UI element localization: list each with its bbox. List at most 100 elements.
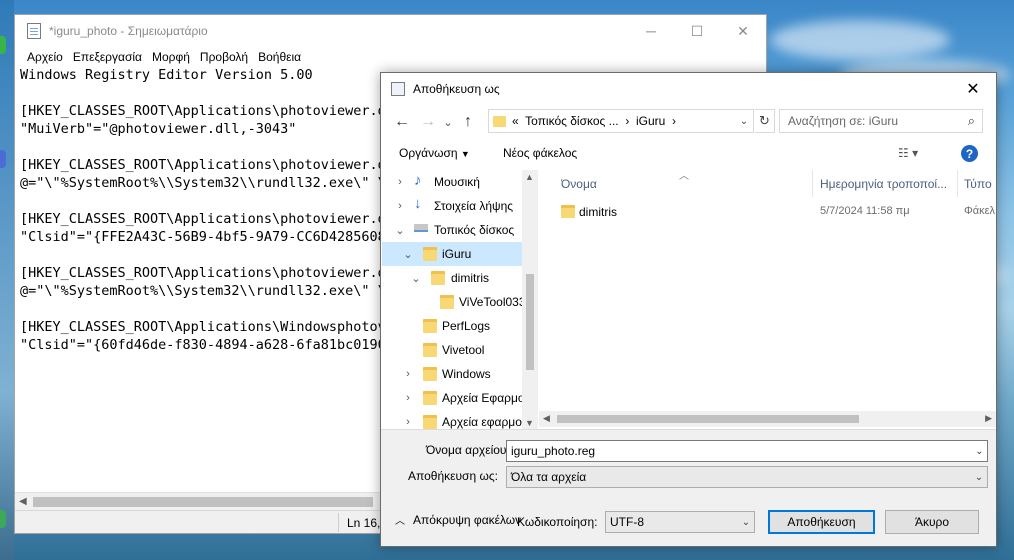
status-divider — [338, 513, 339, 532]
tree-item-perflogs[interactable]: PerfLogs — [382, 314, 522, 338]
cursor-position: Ln 16, — [347, 516, 381, 530]
scrollbar-thumb[interactable] — [33, 497, 373, 507]
hide-folders-label: Απόκρυψη φακέλων — [413, 513, 522, 527]
column-date-modified[interactable]: Ημερομηνία τροποποί... — [820, 177, 956, 191]
chevron-down-icon[interactable]: ⌄ — [738, 517, 754, 528]
close-button[interactable]: ✕ — [720, 15, 766, 47]
scrollbar-thumb[interactable] — [526, 274, 534, 370]
filename-label: Όνομα αρχείου: — [426, 443, 510, 457]
encoding-label: Κωδικοποίηση: — [517, 515, 598, 529]
dialog-titlebar[interactable]: Αποθήκευση ως ✕ — [381, 73, 996, 105]
browser-panes: › ♪ Μουσική › ↓ Στοιχεία λήψης ⌄ Τοπικός… — [382, 170, 996, 430]
tree-item-dimitris[interactable]: ⌄ dimitris — [382, 266, 522, 290]
desktop-icon[interactable] — [0, 150, 6, 168]
notepad-icon — [27, 23, 41, 39]
address-bar[interactable]: « Τοπικός δίσκος ... › iGuru › ⌄ — [488, 109, 754, 133]
filename-field[interactable]: ⌄ — [506, 440, 988, 462]
tree-item-music[interactable]: › ♪ Μουσική — [382, 170, 522, 194]
view-options-button[interactable]: ☷ ▾ — [898, 146, 918, 160]
up-arrow-icon[interactable]: ↑ — [455, 113, 481, 131]
file-list-scrollbar[interactable]: ◀ ▶ — [539, 411, 996, 427]
scroll-right-icon[interactable]: ▶ — [985, 413, 992, 424]
breadcrumb-iguru[interactable]: iGuru — [636, 114, 665, 128]
dialog-close-button[interactable]: ✕ — [950, 73, 996, 105]
menu-format[interactable]: Μορφή — [147, 50, 195, 64]
new-folder-button[interactable]: Νέος φάκελος — [503, 146, 577, 160]
encoding-value: UTF-8 — [610, 515, 644, 529]
chevron-down-icon[interactable]: ⌄ — [394, 224, 406, 237]
cancel-button[interactable]: Άκυρο — [885, 510, 979, 534]
chevron-down-icon[interactable]: ⌄ — [402, 248, 414, 261]
tree-item-label: Στοιχεία λήψης — [434, 199, 514, 213]
maximize-button[interactable]: ☐ — [674, 15, 720, 47]
breadcrumb-local-disk[interactable]: Τοπικός δίσκος ... — [525, 114, 619, 128]
chevron-up-icon: ︿ — [395, 516, 405, 527]
address-dropdown-icon[interactable]: ⌄ — [735, 116, 753, 127]
savetype-select[interactable]: Όλα τα αρχεία ⌄ — [506, 466, 988, 488]
save-as-dialog: Αποθήκευση ως ✕ ← → ⌄ ↑ « Τοπικός δίσκος… — [380, 72, 997, 547]
organize-button[interactable]: Οργάνωση ▼ — [399, 146, 470, 160]
folder-icon — [423, 367, 437, 381]
tree-item-windows[interactable]: › Windows — [382, 362, 522, 386]
file-row-dimitris[interactable]: dimitris 5/7/2024 11:58 πμ Φάκελ — [539, 200, 996, 224]
tree-item-vivetool[interactable]: Vivetool — [382, 338, 522, 362]
chevron-right-icon[interactable]: › — [394, 200, 406, 212]
tree-item-label: iGuru — [442, 247, 472, 261]
chevron-right-icon[interactable]: › — [402, 392, 414, 404]
chevron-right-icon[interactable]: › — [394, 176, 406, 188]
menu-bar: Αρχείο Επεξεργασία Μορφή Προβολή Βοήθεια — [15, 47, 766, 66]
menu-file[interactable]: Αρχείο — [22, 50, 68, 64]
encoding-select[interactable]: UTF-8 ⌄ — [605, 511, 755, 533]
menu-view[interactable]: Προβολή — [195, 50, 253, 64]
search-icon[interactable]: ⌕ — [968, 113, 975, 129]
breadcrumb-separator[interactable]: › — [625, 114, 629, 128]
column-name[interactable]: Όνομα — [561, 177, 811, 191]
tree-item-iguru[interactable]: ⌄ iGuru — [382, 242, 522, 266]
navigation-tree: › ♪ Μουσική › ↓ Στοιχεία λήψης ⌄ Τοπικός… — [382, 170, 538, 430]
recent-locations-icon[interactable]: ⌄ — [441, 116, 455, 129]
menu-edit[interactable]: Επεξεργασία — [68, 50, 147, 64]
breadcrumb-separator[interactable]: › — [672, 114, 676, 128]
tree-item-local-disk[interactable]: ⌄ Τοπικός δίσκος — [382, 218, 522, 242]
save-button[interactable]: Αποθήκευση — [768, 510, 875, 534]
notepad-titlebar[interactable]: *iguru_photo - Σημειωματάριο ─ ☐ ✕ — [15, 15, 766, 47]
dialog-title: Αποθήκευση ως — [413, 82, 500, 96]
desktop-icon[interactable] — [0, 510, 6, 528]
column-divider[interactable] — [812, 170, 813, 197]
scroll-up-icon[interactable]: ▲ — [525, 172, 534, 182]
back-arrow-icon[interactable]: ← — [389, 113, 415, 131]
minimize-button[interactable]: ─ — [628, 15, 674, 47]
scrollbar-thumb[interactable] — [557, 415, 859, 423]
help-icon[interactable]: ? — [961, 145, 978, 162]
chevron-down-icon[interactable]: ⌄ — [972, 446, 987, 457]
tree-scrollbar[interactable]: ▲ ▼ — [522, 170, 538, 430]
tree-item-downloads[interactable]: › ↓ Στοιχεία λήψης — [382, 194, 522, 218]
column-type[interactable]: Τύπο — [964, 177, 996, 191]
scroll-down-icon[interactable]: ▼ — [525, 418, 534, 428]
navigation-bar: ← → ⌄ ↑ « Τοπικός δίσκος ... › iGuru › ⌄… — [381, 105, 996, 139]
chevron-down-icon: ▼ — [460, 149, 470, 159]
desktop-icon[interactable] — [0, 36, 6, 54]
refresh-icon[interactable]: ↻ — [755, 109, 775, 133]
tree-item-label: Μουσική — [434, 175, 480, 189]
tree-item-vivetool033[interactable]: ViVeTool033 — [382, 290, 526, 314]
chevron-right-icon[interactable]: › — [402, 368, 414, 380]
forward-arrow-icon[interactable]: → — [415, 113, 441, 131]
tree-item-program-files-x86[interactable]: › Αρχεία εφαρμο — [382, 410, 522, 430]
scroll-left-icon[interactable]: ◀ — [543, 413, 550, 424]
tree-item-label: Αρχεία εφαρμο — [442, 415, 522, 429]
address-overflow[interactable]: « — [512, 114, 519, 128]
filename-input[interactable] — [507, 444, 972, 458]
download-icon: ↓ — [414, 195, 422, 212]
chevron-down-icon[interactable]: ⌄ — [410, 272, 422, 285]
search-input[interactable] — [788, 114, 958, 128]
scroll-left-icon[interactable]: ◀ — [19, 496, 27, 507]
folder-icon — [440, 295, 454, 309]
chevron-down-icon[interactable]: ⌄ — [971, 472, 987, 483]
tree-item-program-files[interactable]: › Αρχεία Εφαρμο — [382, 386, 525, 410]
column-divider[interactable] — [957, 170, 958, 197]
tree-item-label: Αρχεία Εφαρμο — [442, 391, 525, 405]
hide-folders-button[interactable]: ︿ Απόκρυψη φακέλων — [395, 512, 521, 527]
menu-help[interactable]: Βοήθεια — [253, 50, 306, 64]
chevron-right-icon[interactable]: › — [402, 416, 414, 428]
